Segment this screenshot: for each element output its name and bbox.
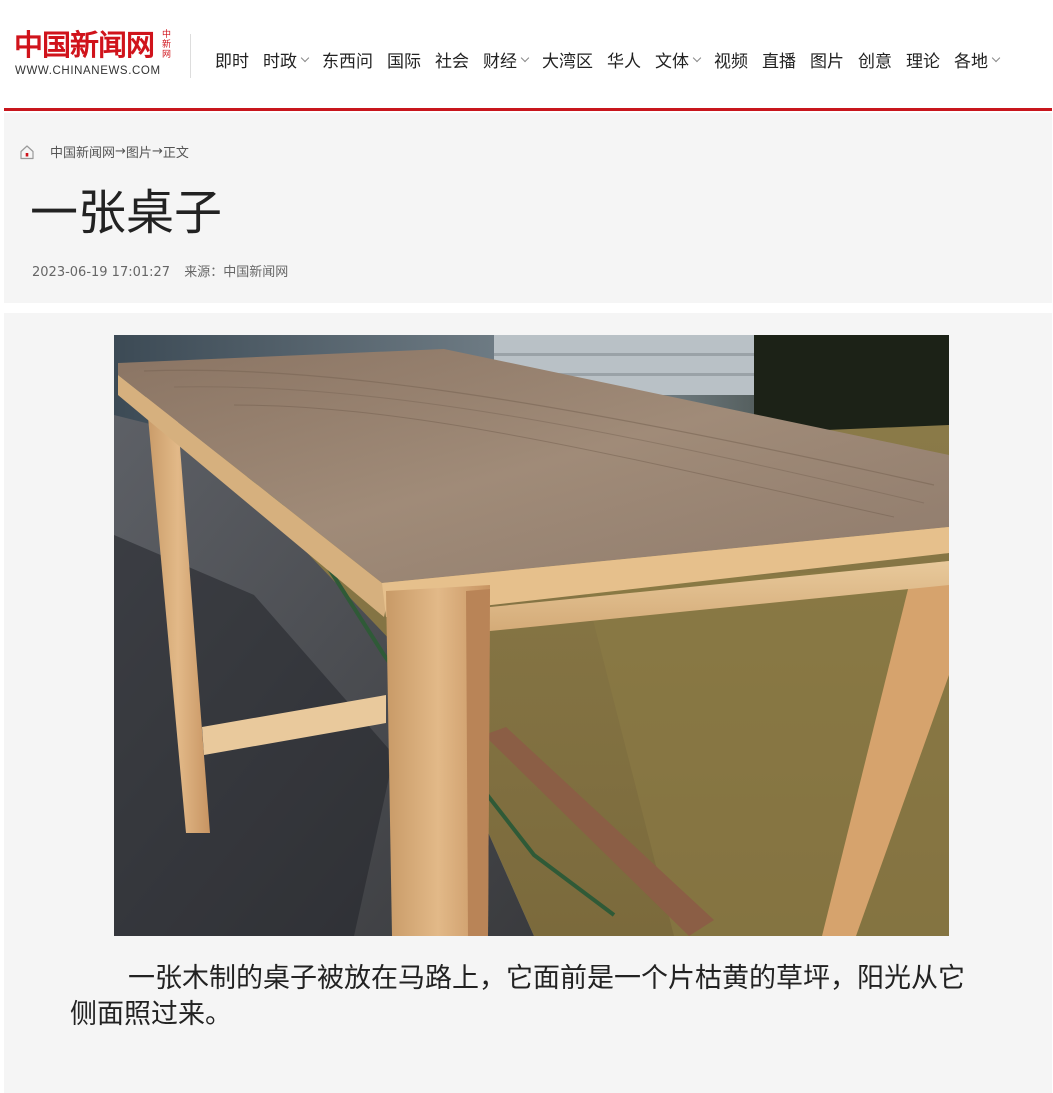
nav-item-label: 直播 — [762, 51, 796, 72]
nav-item-label: 华人 — [607, 51, 641, 72]
nav-item[interactable]: 创意 — [858, 47, 892, 72]
nav-item[interactable]: 视频 — [714, 47, 748, 72]
article-photo-table — [114, 335, 949, 936]
header-red-rule — [4, 108, 1052, 111]
breadcrumb-separator: → — [115, 144, 126, 159]
article-header-panel: 中国新闻网 → 图片 → 正文 一张桌子 2023-06-19 17:01:27… — [4, 113, 1052, 303]
nav-item[interactable]: 时政 — [263, 47, 310, 72]
site-header: 中国新闻网 中新网 WWW.CHINANEWS.COM 即时 时政 东西问 国际 社会财… — [0, 0, 1053, 108]
nav-item-label: 即时 — [215, 51, 249, 72]
nav-item[interactable]: 理论 — [906, 47, 940, 72]
article-body-panel: 一张木制的桌子被放在马路上，它面前是一个片枯黄的草坪，阳光从它侧面照过来。 — [4, 313, 1052, 1093]
logo-chinese-text: 中国新闻网 — [14, 28, 155, 62]
nav-item[interactable]: 即时 — [215, 47, 249, 72]
nav-item[interactable]: 国际 — [387, 47, 421, 72]
nav-item[interactable]: 文体 — [655, 47, 702, 72]
nav-item-label: 大湾区 — [542, 51, 593, 72]
nav-item[interactable]: 直播 — [762, 47, 796, 72]
breadcrumb-section-link[interactable]: 图片 — [126, 142, 152, 161]
breadcrumb-current: 正文 — [162, 146, 189, 161]
nav-item[interactable]: 华人 — [607, 47, 641, 72]
main-nav: 即时 时政 东西问 国际 社会 财经 大湾区 华人 文体 视频 直播 图片 创意 理论 各地 — [215, 46, 1013, 72]
nav-item-label: 视频 — [714, 51, 748, 72]
nav-item[interactable]: 大湾区 — [542, 47, 593, 72]
nav-item-label: 各地 — [954, 51, 988, 72]
chevron-down-icon — [991, 53, 1001, 62]
nav-item-label: 文体 — [655, 51, 689, 72]
logo-divider — [190, 34, 191, 78]
nav-item-label: 社会 — [435, 51, 469, 72]
nav-item-label: 东西问 — [322, 51, 373, 72]
home-icon[interactable] — [18, 143, 36, 161]
nav-item[interactable]: 财经 — [483, 47, 530, 72]
logo-url-text: WWW.CHINANEWS.COM — [15, 65, 161, 77]
chevron-down-icon — [300, 53, 310, 62]
chevron-down-icon — [692, 53, 702, 62]
chevron-down-icon — [520, 53, 530, 62]
nav-item[interactable]: 东西问 — [322, 47, 373, 72]
page-title: 一张桌子 — [30, 185, 223, 241]
nav-item-label: 理论 — [906, 51, 940, 72]
article-caption: 一张木制的桌子被放在马路上，它面前是一个片枯黄的草坪，阳光从它侧面照过来。 — [70, 963, 965, 1030]
article-meta: 2023-06-19 17:01:27 来源：中国新闻网 — [32, 261, 288, 280]
breadcrumb: 中国新闻网 → 图片 → 正文 — [18, 142, 189, 161]
site-logo[interactable]: 中国新闻网 中新网 WWW.CHINANEWS.COM — [14, 28, 186, 84]
logo-side-text: 中新网 — [162, 30, 172, 60]
article-source: 来源：中国新闻网 — [184, 265, 289, 280]
nav-item-label: 财经 — [483, 51, 517, 72]
nav-item[interactable]: 图片 — [810, 47, 844, 72]
nav-item-label: 国际 — [387, 51, 421, 72]
nav-item-label: 创意 — [858, 51, 892, 72]
breadcrumb-separator: → — [151, 144, 163, 159]
nav-item[interactable]: 各地 — [954, 47, 1001, 72]
publish-datetime: 2023-06-19 17:01:27 — [32, 265, 171, 280]
nav-item-label: 图片 — [810, 51, 844, 72]
breadcrumb-home-link[interactable]: 中国新闻网 — [50, 142, 115, 161]
nav-item[interactable]: 社会 — [435, 47, 469, 72]
nav-item-label: 时政 — [263, 51, 297, 72]
